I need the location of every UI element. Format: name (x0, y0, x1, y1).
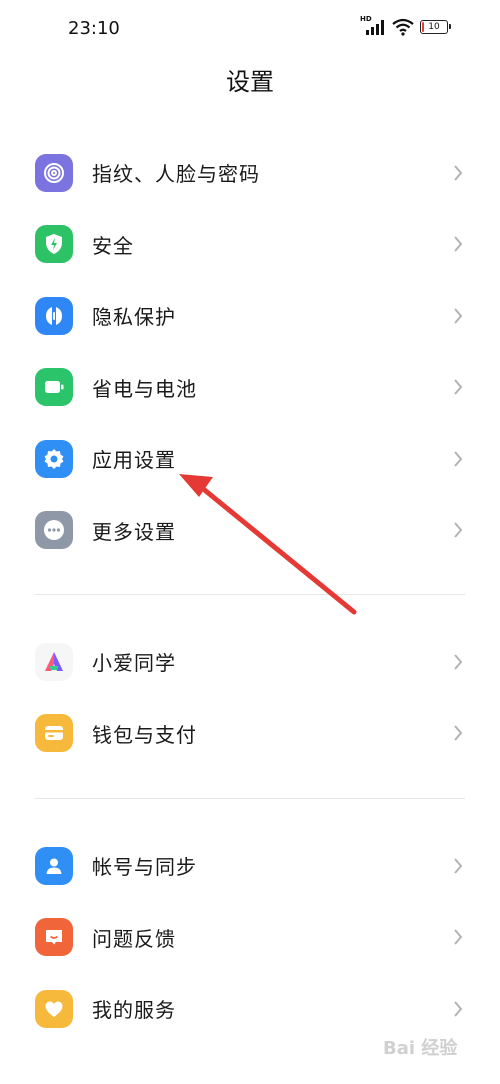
section-divider (35, 594, 465, 595)
wallet-icon (35, 714, 73, 753)
settings-item-privacy[interactable]: 隐私保护 (0, 280, 500, 352)
fingerprint-icon (35, 153, 73, 192)
section-divider (35, 798, 465, 799)
privacy-icon (35, 296, 73, 335)
chevron-right-icon (454, 725, 463, 741)
gear-icon (35, 439, 73, 478)
settings-item-label: 小爱同学 (92, 651, 176, 676)
chevron-right-icon (454, 308, 463, 324)
settings-item-more[interactable]: 更多设置 (0, 495, 500, 567)
settings-group-2: 小爱同学 钱包与支付 (0, 626, 500, 769)
network-type-label: HD (360, 15, 372, 23)
account-icon (35, 846, 73, 885)
settings-group-1: 指纹、人脸与密码 安全 隐私保护 省电与电池 应用设置 更多设置 (0, 137, 500, 566)
settings-item-label: 指纹、人脸与密码 (92, 162, 260, 187)
shield-bolt-icon (35, 225, 73, 264)
status-time: 23:10 (68, 18, 120, 39)
service-heart-icon (35, 989, 73, 1028)
settings-item-app-settings[interactable]: 应用设置 (0, 423, 500, 495)
chevron-right-icon (454, 165, 463, 181)
settings-item-label: 省电与电池 (92, 376, 197, 401)
settings-item-label: 应用设置 (92, 448, 176, 473)
settings-item-label: 钱包与支付 (92, 722, 197, 747)
settings-item-fingerprint[interactable]: 指纹、人脸与密码 (0, 137, 500, 209)
battery-level: 10 (428, 22, 440, 32)
settings-item-label: 隐私保护 (92, 305, 176, 330)
settings-item-account[interactable]: 帐号与同步 (0, 830, 500, 902)
settings-item-label: 帐号与同步 (92, 855, 197, 880)
settings-group-3: 帐号与同步 问题反馈 我的服务 (0, 830, 500, 1045)
settings-item-feedback[interactable]: 问题反馈 (0, 902, 500, 974)
xiaoai-icon (35, 642, 73, 681)
more-icon (35, 511, 73, 550)
chevron-right-icon (454, 451, 463, 467)
wifi-icon (392, 18, 414, 36)
settings-item-label: 问题反馈 (92, 926, 176, 951)
chevron-right-icon (454, 929, 463, 945)
settings-item-security[interactable]: 安全 (0, 209, 500, 281)
chevron-right-icon (454, 236, 463, 252)
settings-item-battery[interactable]: 省电与电池 (0, 352, 500, 424)
settings-item-xiaoai[interactable]: 小爱同学 (0, 626, 500, 698)
chevron-right-icon (454, 522, 463, 538)
battery-icon (35, 368, 73, 407)
page-title: 设置 (226, 68, 274, 96)
chevron-right-icon (454, 654, 463, 670)
status-icons: HD 10 (360, 15, 451, 36)
settings-item-wallet[interactable]: 钱包与支付 (0, 698, 500, 770)
status-bar: 23:10 HD 10 (0, 0, 500, 60)
feedback-icon (35, 918, 73, 957)
settings-item-label: 更多设置 (92, 519, 176, 544)
battery-icon: 10 (420, 20, 451, 34)
cellular-signal-icon: HD (360, 15, 386, 36)
settings-item-label: 安全 (92, 233, 134, 258)
chevron-right-icon (454, 1001, 463, 1017)
chevron-right-icon (454, 858, 463, 874)
watermark: Bai 经验 (383, 1038, 458, 1059)
chevron-right-icon (454, 379, 463, 395)
settings-item-label: 我的服务 (92, 998, 176, 1023)
